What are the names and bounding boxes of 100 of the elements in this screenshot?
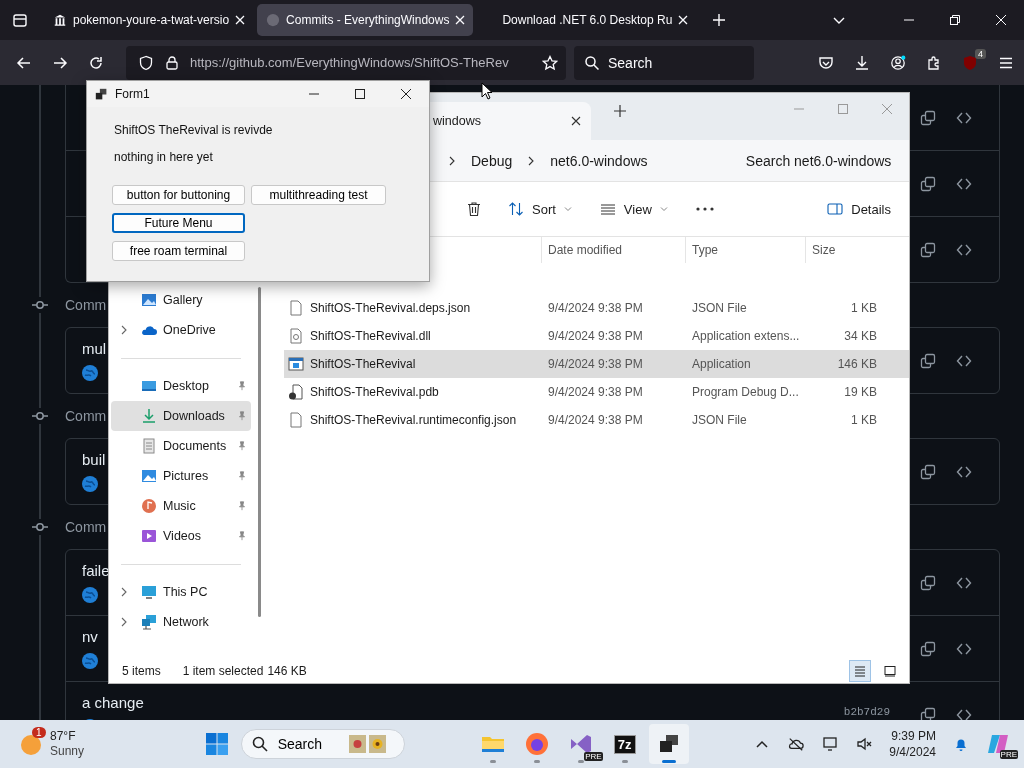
commit-title[interactable]: a change	[82, 694, 144, 713]
details-button[interactable]: Details	[827, 197, 891, 221]
breadcrumb-item[interactable]: Debug	[471, 152, 513, 169]
picture-icon	[141, 468, 157, 484]
column-header[interactable]: Type	[685, 237, 805, 263]
taskbar-app[interactable]	[648, 724, 689, 764]
avatar-icon[interactable]	[82, 365, 98, 381]
form-button[interactable]: multithreading test	[251, 185, 386, 205]
copy-icon[interactable]	[920, 175, 936, 192]
avatar-icon[interactable]	[82, 587, 98, 603]
chevron-right-icon[interactable]	[119, 617, 129, 627]
view-button[interactable]: View	[599, 197, 668, 221]
sidebar-item[interactable]: Desktop	[111, 371, 251, 401]
weather-condition: Sunny	[50, 744, 85, 759]
copy-icon[interactable]	[920, 241, 936, 258]
details-view-button[interactable]	[849, 660, 871, 682]
avatar-icon[interactable]	[82, 476, 98, 492]
count-badge: 4	[975, 48, 986, 59]
file-row[interactable]: ShiftOS-TheRevival.dll 9/4/2024 9:38 PM Application extens... 34 KB	[284, 322, 909, 350]
search-field[interactable]: Search net6.0-windows	[745, 144, 909, 177]
search-field[interactable]: Search	[240, 729, 405, 759]
application-icon	[288, 356, 304, 372]
taskbar-app[interactable]: PRE	[560, 724, 601, 764]
date-cell-text: 9/4/2024 9:38 PM	[547, 413, 644, 427]
pin-icon[interactable]	[237, 531, 247, 541]
sidebar-item[interactable]: Music	[111, 491, 251, 521]
copy-icon[interactable]	[920, 640, 936, 657]
commit-title[interactable]: buil	[82, 451, 106, 470]
sidebar-item[interactable]: This PC	[111, 577, 251, 607]
type-cell-text: JSON File	[691, 301, 748, 315]
explorer-tab[interactable]: windows	[431, 102, 591, 140]
search-field[interactable]: Search	[574, 45, 754, 80]
pin-icon[interactable]	[237, 411, 247, 421]
address-bar[interactable]: https://github.com/EverythingWindows/ShiftOS-TheRev	[126, 45, 566, 80]
taskbar-app[interactable]: 7z	[604, 724, 645, 764]
sort-button[interactable]: Sort	[508, 197, 572, 221]
form-button[interactable]: Future Menu	[112, 213, 245, 233]
scrollbar[interactable]	[257, 287, 261, 617]
browser-tab[interactable]: pokemon-youre-a-twat-versio	[44, 4, 254, 36]
size-cell-text: 19 KB	[843, 385, 878, 399]
commit-title[interactable]: mul	[82, 340, 107, 359]
file-name: ShiftOS-TheRevival.dll	[310, 329, 431, 343]
copy-icon[interactable]	[920, 109, 936, 126]
form-button[interactable]: free roam terminal	[112, 241, 245, 261]
type-cell-text: JSON File	[691, 413, 748, 427]
details-pane-icon	[827, 201, 844, 217]
commit-sha[interactable]: b2b7d29	[843, 705, 890, 718]
network-icon	[141, 614, 157, 630]
tab-list-icon[interactable]	[12, 12, 28, 28]
copy-icon[interactable]	[920, 352, 936, 369]
sidebar-item[interactable]: OneDrive	[111, 315, 251, 345]
chevron-right-icon[interactable]	[119, 587, 129, 597]
commit-title[interactable]: nv	[82, 628, 98, 647]
label-text: ShiftOS TheRevival is revivde	[114, 123, 274, 139]
file-row[interactable]: ShiftOS-TheRevival.deps.json 9/4/2024 9:38 PM JSON File 1 KB	[284, 294, 909, 322]
close-icon[interactable]	[571, 116, 581, 126]
browser-tab[interactable]: Commits - EverythingWindows	[257, 4, 474, 36]
file-name: ShiftOS-TheRevival.runtimeconfig.json	[310, 413, 517, 427]
shield-icon[interactable]	[138, 54, 154, 71]
app-window-icon	[95, 87, 108, 101]
selection-status: 1 item selected	[182, 664, 264, 678]
breadcrumb-item[interactable]: net6.0-windows	[550, 152, 648, 169]
form-button[interactable]: button for buttoning	[112, 185, 245, 205]
column-header[interactable]: Date modified	[541, 237, 685, 263]
pin-icon[interactable]	[237, 471, 247, 481]
sidebar-item[interactable]: Pictures	[111, 461, 251, 491]
pin-icon[interactable]	[237, 441, 247, 451]
column-header[interactable]: Size	[805, 237, 881, 263]
file-row[interactable]: ShiftOS-TheRevival 9/4/2024 9:38 PM Application 146 KB	[284, 350, 909, 378]
tiles-view-icon	[884, 665, 896, 677]
star-icon[interactable]	[542, 54, 558, 71]
file-row[interactable]: ShiftOS-TheRevival.runtimeconfig.json 9/4/2024 9:38 PM JSON File 1 KB	[284, 406, 909, 434]
chevron-right-icon	[447, 155, 457, 166]
sidebar-item[interactable]: Downloads	[111, 401, 251, 431]
search-icon	[584, 54, 600, 71]
sidebar-item[interactable]: Network	[111, 607, 251, 637]
list-view-icon	[599, 201, 616, 217]
clock[interactable]: 9:39 PM 9/4/2024	[883, 728, 942, 760]
trash-icon[interactable]	[466, 201, 482, 217]
browser-tab[interactable]: Download .NET 6.0 Desktop Ru	[477, 4, 697, 36]
size-cell-text: 1 KB	[850, 413, 878, 427]
document-icon	[141, 438, 157, 454]
chevron-right-icon[interactable]	[119, 325, 129, 335]
picture-icon	[141, 292, 157, 308]
avatar-icon[interactable]	[82, 653, 98, 669]
pin-icon[interactable]	[237, 381, 247, 391]
address-bar[interactable]: Debug net6.0-windows	[447, 144, 734, 177]
copy-icon[interactable]	[920, 706, 936, 720]
copy-icon[interactable]	[920, 463, 936, 480]
lock-icon[interactable]	[164, 54, 180, 71]
pin-icon[interactable]	[237, 501, 247, 511]
gear-file-icon	[288, 328, 304, 344]
preview-badge: PRE	[999, 750, 1018, 759]
sidebar-item[interactable]: Gallery	[111, 285, 251, 315]
sidebar-item[interactable]: Videos	[111, 521, 251, 551]
file-row[interactable]: ShiftOS-TheRevival.pdb 9/4/2024 9:38 PM Program Debug D... 19 KB	[284, 378, 909, 406]
size-cell-text: 146 KB	[836, 357, 878, 371]
commit-title[interactable]: faile	[82, 562, 110, 581]
copy-icon[interactable]	[920, 574, 936, 591]
sidebar-item[interactable]: Documents	[111, 431, 251, 461]
